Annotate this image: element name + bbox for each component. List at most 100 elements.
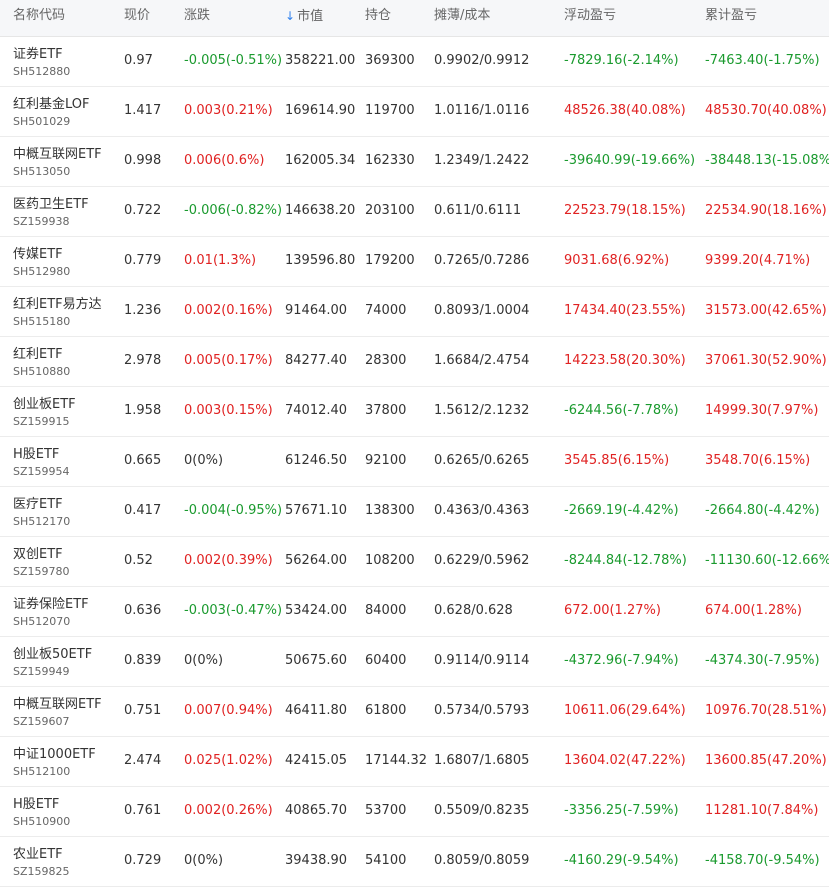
cost-value: 1.2349/1.2422	[434, 153, 530, 168]
cost-value: 0.8059/0.8059	[434, 853, 530, 868]
table-row[interactable]: 中证1000ETF SH512100 2.474 0.025(1.02%) 42415.…	[0, 737, 829, 787]
position-value: 369300	[365, 53, 415, 68]
col-header-price[interactable]: 现价	[124, 0, 150, 32]
table-row[interactable]: 中概互联网ETF SZ159607 0.751 0.007(0.94%) 46411.8…	[0, 687, 829, 737]
table-row[interactable]: 医药卫生ETF SZ159938 0.722 -0.006(-0.82%) 146638…	[0, 187, 829, 237]
price-value: 0.839	[124, 653, 162, 668]
change-value: 0.002(0.26%)	[184, 803, 273, 818]
cumulative-pnl-value: -7463.40(-1.75%)	[705, 53, 820, 68]
table-body: 证券ETF SH512880 0.97 -0.005(-0.51%) 358221.00…	[0, 37, 829, 887]
table-row[interactable]: 创业板ETF SZ159915 1.958 0.003(0.15%) 74012.40 3…	[0, 387, 829, 437]
position-value: 162330	[365, 153, 415, 168]
col-header-market-value[interactable]: ↓ 市值	[285, 0, 323, 33]
cost-value: 0.9114/0.9114	[434, 653, 530, 668]
cost-value: 0.611/0.6111	[434, 203, 522, 218]
col-header-cost[interactable]: 摊薄/成本	[434, 0, 490, 32]
price-value: 0.417	[124, 503, 162, 518]
cost-value: 0.5509/0.8235	[434, 803, 530, 818]
holding-name: 双创ETF	[13, 547, 63, 562]
cumulative-pnl-value: 48530.70(40.08%)	[705, 103, 827, 118]
holding-name: 红利ETF	[13, 347, 63, 362]
table-row[interactable]: 红利ETF SH510880 2.978 0.005(0.17%) 84277.40 28…	[0, 337, 829, 387]
price-value: 0.998	[124, 153, 162, 168]
floating-pnl-value: 10611.06(29.64%)	[564, 703, 686, 718]
cost-value: 1.0116/1.0116	[434, 103, 530, 118]
change-value: -0.004(-0.95%)	[184, 503, 283, 518]
cumulative-pnl-value: 674.00(1.28%)	[705, 603, 802, 618]
cumulative-pnl-value: 14999.30(7.97%)	[705, 403, 819, 418]
cost-value: 1.5612/2.1232	[434, 403, 530, 418]
cumulative-pnl-value: 37061.30(52.90%)	[705, 353, 827, 368]
market-value: 84277.40	[285, 353, 348, 368]
holding-code: SZ159607	[13, 715, 70, 728]
market-value: 56264.00	[285, 553, 348, 568]
table-row[interactable]: H股ETF SZ159954 0.665 0(0%) 61246.50 92100 0.62…	[0, 437, 829, 487]
position-value: 60400	[365, 653, 407, 668]
market-value: 162005.34	[285, 153, 356, 168]
price-value: 0.761	[124, 803, 162, 818]
holding-code: SH501029	[13, 115, 71, 128]
floating-pnl-value: 48526.38(40.08%)	[564, 103, 686, 118]
table-row[interactable]: 证券保险ETF SH512070 0.636 -0.003(-0.47%) 53424.…	[0, 587, 829, 637]
holding-code: SZ159954	[13, 465, 70, 478]
holding-name: 红利ETF易方达	[13, 297, 102, 312]
holding-name: 医疗ETF	[13, 497, 63, 512]
cumulative-pnl-value: 10976.70(28.51%)	[705, 703, 827, 718]
cost-value: 0.6229/0.5962	[434, 553, 530, 568]
market-value: 39438.90	[285, 853, 348, 868]
price-value: 1.236	[124, 303, 162, 318]
col-header-change[interactable]: 涨跌	[184, 0, 210, 32]
change-value: 0.01(1.3%)	[184, 253, 257, 268]
table-row[interactable]: 农业ETF SZ159825 0.729 0(0%) 39438.90 54100 0.80…	[0, 837, 829, 887]
holding-code: SH513050	[13, 165, 71, 178]
holding-name: H股ETF	[13, 447, 60, 462]
holding-name: 创业板ETF	[13, 397, 76, 412]
cumulative-pnl-value: -2664.80(-4.42%)	[705, 503, 820, 518]
price-value: 2.474	[124, 753, 162, 768]
cumulative-pnl-value: -4374.30(-7.95%)	[705, 653, 820, 668]
position-value: 84000	[365, 603, 407, 618]
position-value: 37800	[365, 403, 407, 418]
position-value: 28300	[365, 353, 407, 368]
table-row[interactable]: 传媒ETF SH512980 0.779 0.01(1.3%) 139596.80 179…	[0, 237, 829, 287]
holding-name: 红利基金LOF	[13, 97, 90, 112]
holding-code: SH510900	[13, 815, 71, 828]
cumulative-pnl-value: 9399.20(4.71%)	[705, 253, 811, 268]
holding-name: 证券保险ETF	[13, 597, 89, 612]
table-row[interactable]: 红利基金LOF SH501029 1.417 0.003(0.21%) 169614.9…	[0, 87, 829, 137]
change-value: 0.025(1.02%)	[184, 753, 273, 768]
floating-pnl-value: -2669.19(-4.42%)	[564, 503, 679, 518]
table-row[interactable]: 证券ETF SH512880 0.97 -0.005(-0.51%) 358221.00…	[0, 37, 829, 87]
cumulative-pnl-value: 22534.90(18.16%)	[705, 203, 827, 218]
col-header-cumulative-pnl[interactable]: 累计盈亏	[705, 0, 757, 32]
floating-pnl-value: -3356.25(-7.59%)	[564, 803, 679, 818]
change-value: -0.003(-0.47%)	[184, 603, 283, 618]
col-header-floating-pnl[interactable]: 浮动盈亏	[564, 0, 616, 32]
price-value: 0.729	[124, 853, 162, 868]
holding-name: 创业板50ETF	[13, 647, 93, 662]
holding-name: 农业ETF	[13, 847, 63, 862]
price-value: 0.751	[124, 703, 162, 718]
holding-code: SH512880	[13, 65, 71, 78]
holding-name: 医药卫生ETF	[13, 197, 89, 212]
table-row[interactable]: 创业板50ETF SZ159949 0.839 0(0%) 50675.60 60400 0…	[0, 637, 829, 687]
table-row[interactable]: 中概互联网ETF SH513050 0.998 0.006(0.6%) 162005.3…	[0, 137, 829, 187]
position-value: 179200	[365, 253, 415, 268]
market-value: 74012.40	[285, 403, 348, 418]
change-value: 0.003(0.15%)	[184, 403, 273, 418]
table-row[interactable]: 双创ETF SZ159780 0.52 0.002(0.39%) 56264.00 108…	[0, 537, 829, 587]
holding-name: 传媒ETF	[13, 247, 63, 262]
market-value: 169614.90	[285, 103, 356, 118]
table-row[interactable]: 医疗ETF SH512170 0.417 -0.004(-0.95%) 57671.10…	[0, 487, 829, 537]
floating-pnl-value: 22523.79(18.15%)	[564, 203, 686, 218]
holding-code: SZ159915	[13, 415, 70, 428]
col-header-position[interactable]: 持仓	[365, 0, 391, 32]
holding-code: SH515180	[13, 315, 71, 328]
table-row[interactable]: 红利ETF易方达 SH515180 1.236 0.002(0.16%) 91464.0…	[0, 287, 829, 337]
floating-pnl-value: -7829.16(-2.14%)	[564, 53, 679, 68]
position-value: 53700	[365, 803, 407, 818]
cumulative-pnl-value: -4158.70(-9.54%)	[705, 853, 820, 868]
table-row[interactable]: H股ETF SH510900 0.761 0.002(0.26%) 40865.70 53…	[0, 787, 829, 837]
position-value: 54100	[365, 853, 407, 868]
col-header-name-code[interactable]: 名称代码	[13, 0, 65, 32]
